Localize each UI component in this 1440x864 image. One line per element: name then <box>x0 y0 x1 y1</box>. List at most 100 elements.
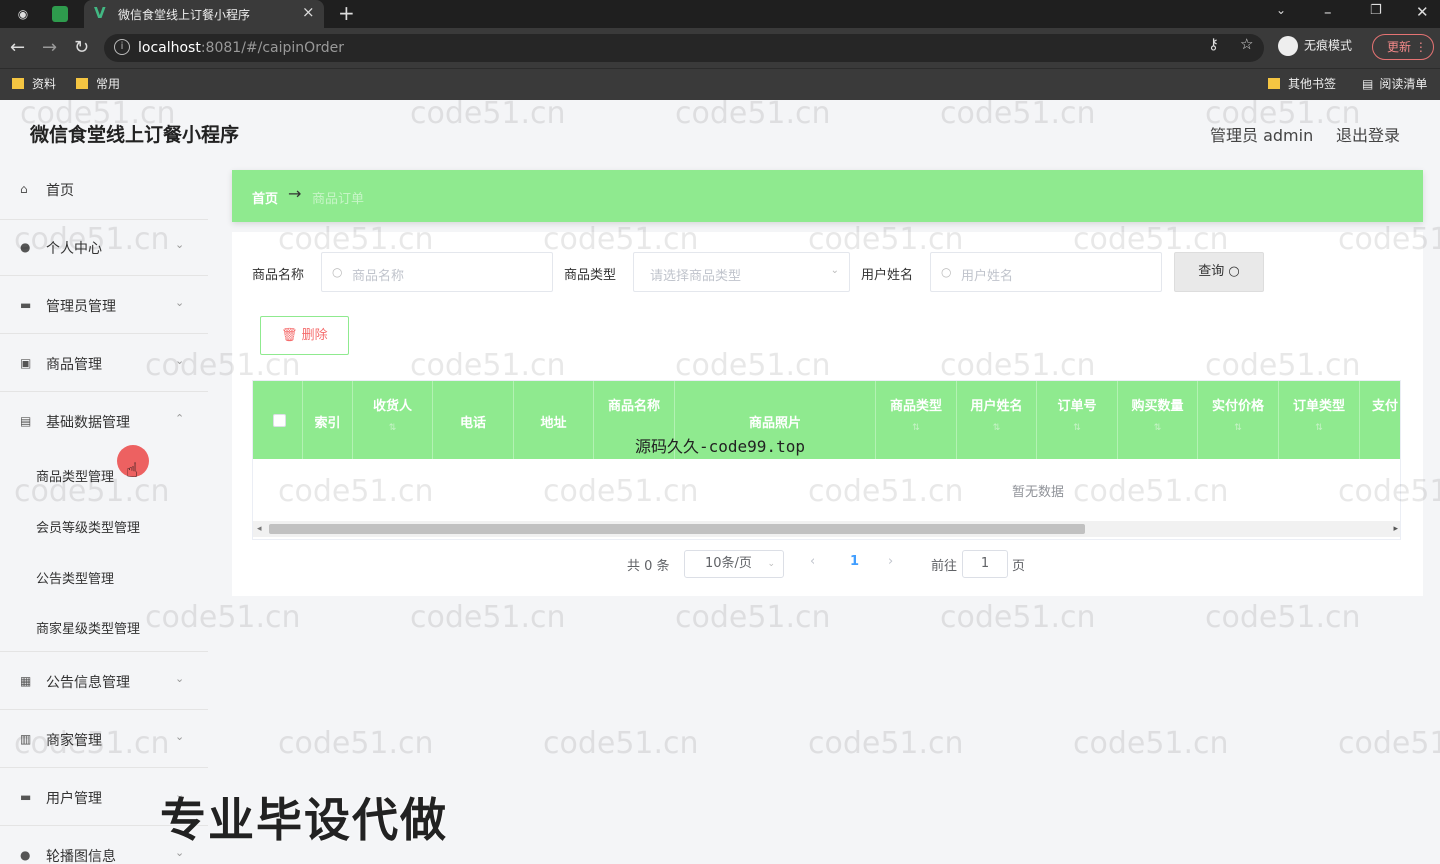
submenu-notice-type[interactable]: 公告类型管理 <box>36 568 114 587</box>
query-button[interactable]: 查询 ○ <box>1174 252 1264 292</box>
minimize-icon[interactable]: – <box>1324 3 1332 21</box>
watermark: code51.cn <box>1338 726 1440 761</box>
reading-list[interactable]: ▤ 阅读清单 <box>1362 75 1427 92</box>
chevron-up-icon: ⌃ <box>175 412 185 425</box>
browser-tab-bar: ◉ V 微信食堂线上订餐小程序 × + ⌄ – ❐ ✕ <box>0 0 1440 28</box>
column-header[interactable]: 订单号 ⇅ <box>1037 381 1118 459</box>
goods-icon: ▣ <box>20 356 32 370</box>
sidebar-item-label: 公告信息管理 <box>46 675 130 691</box>
select-all-column <box>253 381 303 459</box>
prev-page-icon[interactable]: ‹ <box>810 554 815 569</box>
promo-overlay-text: 专业毕设代做 <box>160 793 448 847</box>
url-text: localhost:8081/#/caipinOrder <box>138 40 344 56</box>
site-info-icon[interactable]: i <box>114 39 130 55</box>
delete-button[interactable]: 🗑 删除 <box>260 316 349 355</box>
column-header[interactable]: 用户姓名 ⇅ <box>957 381 1037 459</box>
goods-name-label: 商品名称 <box>252 268 305 283</box>
chevron-down-icon: ⌄ <box>175 354 185 367</box>
restore-icon[interactable]: ❐ <box>1370 3 1382 18</box>
sidebar-item-admin-management[interactable]: ▬ 管理员管理 ⌄ <box>0 276 208 334</box>
goto-label: 前往 <box>931 559 958 574</box>
next-page-icon[interactable]: › <box>888 554 893 569</box>
page-size-select[interactable]: 10条/页 ⌄ <box>684 550 784 578</box>
goto-page-input[interactable]: 1 <box>962 550 1008 578</box>
bookmark-folder[interactable]: 常用 <box>76 75 120 92</box>
page-number[interactable]: 1 <box>850 554 859 569</box>
users-icon: ▬ <box>20 790 32 804</box>
bookmarks-bar: 资料 常用 其他书签 ▤ 阅读清单 <box>0 68 1440 100</box>
column-header[interactable]: 实付价格 ⇅ <box>1198 381 1279 459</box>
app: 微信食堂线上订餐小程序 管理员 admin 退出登录 ⌂ 首页 ● 个人中心 ⌄… <box>0 100 1440 864</box>
admin-icon: ▬ <box>20 298 32 312</box>
url-field[interactable]: i localhost:8081/#/caipinOrder <box>104 34 1264 62</box>
column-header[interactable]: 收货人 ⇅ <box>353 381 433 459</box>
main-content: 商品名称 ○ 商品名称 商品类型 请选择商品类型 ⌄ 用户姓名 ○ 用户姓名 查… <box>232 232 1423 596</box>
back-icon[interactable]: ← <box>10 37 25 58</box>
trash-icon: 🗑 <box>281 328 298 343</box>
sidebar-item-notice-management[interactable]: ▦ 公告信息管理 ⌄ <box>0 652 208 710</box>
other-bookmarks[interactable]: 其他书签 <box>1268 75 1336 92</box>
breadcrumb-home[interactable]: 首页 <box>252 188 278 207</box>
column-header[interactable]: 购买数量 ⇅ <box>1118 381 1198 459</box>
sidebar-item-personal-center[interactable]: ● 个人中心 ⌄ <box>0 218 208 276</box>
goods-type-placeholder: 请选择商品类型 <box>650 269 742 284</box>
update-button[interactable]: 更新 ⋮ <box>1372 34 1434 60</box>
browser-logo-icon: ◉ <box>17 7 29 21</box>
reading-list-icon: ▤ <box>1362 77 1374 91</box>
column-header[interactable]: 地址 <box>514 381 594 459</box>
folder-icon <box>76 78 88 89</box>
overlay-watermark-text: 源码久久-code99.top <box>635 437 805 456</box>
search-icon: ○ <box>332 265 343 279</box>
breadcrumb-current: 商品订单 <box>312 192 365 207</box>
sidebar-item-basic-data[interactable]: ▤ 基础数据管理 ⌃ 商品类型管理 会员等级类型管理 公告类型管理 商家星级类型… <box>0 392 208 652</box>
search-icon: ○ <box>1228 264 1240 279</box>
shop-icon: ▥ <box>20 732 32 746</box>
column-header[interactable]: 支付 <box>1360 381 1400 459</box>
goods-type-select[interactable]: 请选择商品类型 ⌄ <box>633 252 850 292</box>
column-header[interactable]: 索引 <box>303 381 353 459</box>
new-tab-icon[interactable]: + <box>338 1 355 25</box>
hand-cursor-icon: ☝ <box>126 458 139 482</box>
bookmark-folder[interactable]: 资料 <box>12 75 56 92</box>
grid-icon: ▦ <box>20 674 32 688</box>
empty-data-text: 暂无数据 <box>1011 485 1064 500</box>
incognito-indicator[interactable]: 无痕模式 <box>1278 36 1352 56</box>
active-tab[interactable]: V 微信食堂线上订餐小程序 × <box>84 0 324 28</box>
column-header[interactable]: 商品类型 ⇅ <box>876 381 957 459</box>
tab-search-icon[interactable]: ⌄ <box>1276 3 1286 17</box>
logout-link[interactable]: 退出登录 <box>1336 122 1400 146</box>
submenu-goods-type[interactable]: 商品类型管理 <box>36 466 114 485</box>
submenu-merchant-star-type[interactable]: 商家星级类型管理 <box>36 618 140 637</box>
folder-icon <box>1268 78 1280 89</box>
select-all-checkbox[interactable] <box>273 414 286 427</box>
scrollbar-thumb[interactable] <box>269 524 1085 534</box>
forward-icon[interactable]: → <box>42 37 57 58</box>
sidebar-item-home[interactable]: ⌂ 首页 <box>0 162 208 220</box>
user-name-input[interactable]: ○ 用户姓名 <box>930 252 1162 292</box>
app-title: 微信食堂线上订餐小程序 <box>30 124 240 146</box>
bookmark-star-icon[interactable]: ☆ <box>1240 35 1253 53</box>
sidebar-item-merchant-management[interactable]: ▥ 商家管理 ⌄ <box>0 710 208 768</box>
window-close-icon[interactable]: ✕ <box>1416 3 1429 21</box>
scroll-left-icon[interactable]: ◂ <box>257 521 262 537</box>
vue-logo-icon: V <box>94 4 106 22</box>
key-icon[interactable]: ⚷ <box>1208 35 1219 53</box>
column-header[interactable]: 订单类型 ⇅ <box>1279 381 1360 459</box>
watermark: code51.cn <box>808 726 964 761</box>
column-header[interactable]: 电话 <box>433 381 514 459</box>
scroll-right-icon[interactable]: ▸ <box>1393 521 1398 537</box>
tab-close-icon[interactable]: × <box>302 3 315 21</box>
goods-type-label: 商品类型 <box>564 268 617 283</box>
reload-icon[interactable]: ↻ <box>74 37 89 58</box>
goods-name-input[interactable]: ○ 商品名称 <box>321 252 553 292</box>
orders-table: 索引 收货人 ⇅ 电话 地址 商品名称 商品照片 商品类型 ⇅ 用户姓名 ⇅ 订单号 ⇅… <box>252 380 1401 540</box>
home-icon: ⌂ <box>20 182 28 196</box>
sidebar-item-label: 商品管理 <box>46 357 102 373</box>
horizontal-scrollbar[interactable]: ◂ ▸ <box>253 521 1400 537</box>
pinned-tab-icon[interactable] <box>52 6 68 22</box>
submenu-member-level-type[interactable]: 会员等级类型管理 <box>36 517 140 536</box>
pagination-total: 共 0 条 <box>627 559 670 574</box>
sidebar-item-label: 管理员管理 <box>46 299 116 315</box>
watermark: code51.cn <box>1073 726 1229 761</box>
sidebar-item-goods-management[interactable]: ▣ 商品管理 ⌄ <box>0 334 208 392</box>
